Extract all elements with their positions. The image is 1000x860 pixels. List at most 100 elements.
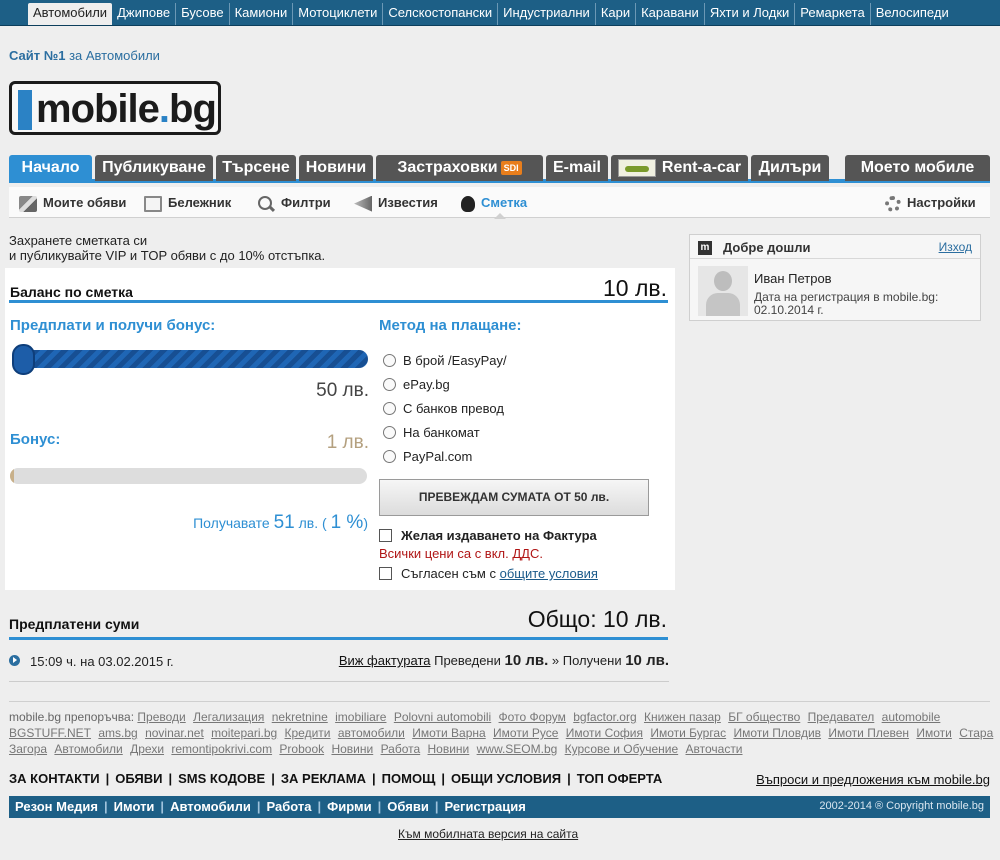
footer-link[interactable]: ОБЯВИ <box>115 771 162 786</box>
category-3[interactable]: Камиони <box>230 3 294 25</box>
transfer-button[interactable]: ПРЕВЕЖДАМ СУМАТА ОТ 50 лв. <box>379 479 649 516</box>
recommend-link[interactable]: Автомобили <box>54 742 122 756</box>
recommend-link[interactable]: Работа <box>381 742 421 756</box>
recommend-link[interactable]: automobile <box>882 710 941 724</box>
recommend-link[interactable]: bgfactor.org <box>573 710 636 724</box>
footer-bar-link[interactable]: Фирми <box>327 799 371 814</box>
recommend-link[interactable]: Курсове и Обучение <box>565 742 679 756</box>
mobile-version-link[interactable]: Към мобилната версия на сайта <box>398 827 578 841</box>
footer-bar-link[interactable]: Обяви <box>387 799 429 814</box>
invoice-checkbox[interactable] <box>379 528 392 542</box>
footer-link[interactable]: ОБЩИ УСЛОВИЯ <box>451 771 561 786</box>
subnav-notifications[interactable]: Известия <box>354 194 438 212</box>
terms-link[interactable]: общите условия <box>500 566 598 581</box>
tab-my-mobile[interactable]: Моето мобиле <box>845 155 990 181</box>
subnav-notebook[interactable]: Бележник <box>144 194 231 212</box>
recommend-link[interactable]: nekretnine <box>272 710 328 724</box>
tab-home[interactable]: Начало <box>9 155 92 181</box>
site-logo[interactable]: mobile.bg <box>9 81 221 135</box>
footer-bar-link[interactable]: Регистрация <box>444 799 525 814</box>
recommend-link[interactable]: Новини <box>428 742 470 756</box>
prepay-slider-track[interactable] <box>12 350 368 368</box>
category-9[interactable]: Яхти и Лодки <box>705 3 796 25</box>
recommend-link[interactable]: БГ общество <box>728 710 800 724</box>
category-10[interactable]: Ремаркета <box>795 3 871 25</box>
footer-link[interactable]: ТОП ОФЕРТА <box>577 771 663 786</box>
tab-rentacar[interactable]: Rent-a-car <box>611 155 748 181</box>
recommend-link[interactable]: автомобили <box>338 726 405 740</box>
recommend-link[interactable]: imobiliare <box>335 710 386 724</box>
footer-bar-link[interactable]: Работа <box>267 799 312 814</box>
tab-dealers[interactable]: Дилъри <box>751 155 829 181</box>
feedback-link[interactable]: Въпроси и предложения към mobile.bg <box>756 772 990 787</box>
radio-button[interactable] <box>383 449 396 463</box>
radio-button[interactable] <box>383 353 396 367</box>
footer-link[interactable]: ПОМОЩ <box>382 771 436 786</box>
subnav-settings[interactable]: Настройки <box>885 194 976 212</box>
payment-method-bank[interactable]: С банков превод <box>383 400 504 420</box>
recommend-link[interactable]: Имоти Варна <box>412 726 485 740</box>
recommend-link[interactable]: Фото Форум <box>499 710 566 724</box>
subnav-my-ads[interactable]: Моите обяви <box>19 194 126 212</box>
recommend-link[interactable]: novinar.net <box>145 726 204 740</box>
recommend-link[interactable]: Легализация <box>193 710 264 724</box>
recommend-link[interactable]: Probook <box>279 742 324 756</box>
tab-insurance[interactable]: Застраховки SDI <box>376 155 543 181</box>
view-invoice-link[interactable]: Виж фактурата <box>339 653 431 668</box>
tab-search[interactable]: Търсене <box>216 155 296 181</box>
tab-publish[interactable]: Публикуване <box>95 155 213 181</box>
recommend-link[interactable]: Имоти <box>916 726 951 740</box>
radio-button[interactable] <box>383 425 396 439</box>
recommend-link[interactable]: Имоти София <box>566 726 643 740</box>
payment-method-atm[interactable]: На банкомат <box>383 424 480 444</box>
recommend-link[interactable]: Имоти Плевен <box>828 726 909 740</box>
recommend-link[interactable]: Имоти Бургас <box>650 726 726 740</box>
prepay-slider-handle[interactable] <box>12 344 35 375</box>
recommend-link[interactable]: Авточасти <box>686 742 743 756</box>
footer-bar-link[interactable]: Автомобили <box>170 799 251 814</box>
recommend-link[interactable]: www.SEOM.bg <box>477 742 558 756</box>
recommend-link[interactable]: Имоти Пловдив <box>733 726 821 740</box>
terms-checkbox[interactable] <box>379 566 392 580</box>
category-11[interactable]: Велосипеди <box>871 3 954 25</box>
category-0[interactable]: Автомобили <box>28 3 113 25</box>
footer-link[interactable]: ЗА РЕКЛАМА <box>281 771 366 786</box>
recommend-link[interactable]: Преводи <box>137 710 185 724</box>
recommend-link[interactable]: Дрехи <box>130 742 164 756</box>
recommend-link[interactable]: remontipokrivi.com <box>171 742 272 756</box>
recommend-link[interactable]: Имоти Русе <box>493 726 558 740</box>
terms-checkbox-row[interactable]: Съгласен съм с общите условия <box>379 566 598 582</box>
category-6[interactable]: Индустриални <box>498 3 596 25</box>
payment-method-epay[interactable]: ePay.bg <box>383 376 450 396</box>
category-1[interactable]: Джипове <box>112 3 177 25</box>
logout-link[interactable]: Изход <box>939 240 972 254</box>
recommend-link[interactable]: Кредити <box>285 726 331 740</box>
radio-button[interactable] <box>383 401 396 415</box>
footer-bar-link[interactable]: Имоти <box>114 799 155 814</box>
registration-info: Дата на регистрация в mobile.bg: 02.10.2… <box>754 290 939 317</box>
category-4[interactable]: Мотоциклети <box>293 3 384 25</box>
recommend-link[interactable]: Книжен пазар <box>644 710 721 724</box>
subnav-account[interactable]: Сметка <box>461 194 527 212</box>
invoice-checkbox-row[interactable]: Желая издаването на Фактура <box>379 528 597 544</box>
category-8[interactable]: Каравани <box>636 3 705 25</box>
recommend-link[interactable]: moitepari.bg <box>211 726 277 740</box>
footer-link[interactable]: ЗА КОНТАКТИ <box>9 771 100 786</box>
payment-method-paypal[interactable]: PayPal.com <box>383 448 472 468</box>
category-5[interactable]: Селскостопански <box>383 3 499 25</box>
recommend-link[interactable]: Polovni automobili <box>394 710 491 724</box>
category-2[interactable]: Бусове <box>176 3 230 25</box>
recommend-link[interactable]: ams.bg <box>98 726 137 740</box>
payment-method-easypay[interactable]: В брой /EasyPay/ <box>383 352 507 372</box>
footer-bar-link[interactable]: Резон Медия <box>15 799 98 814</box>
recommend-link[interactable]: BGSTUFF.NET <box>9 726 91 740</box>
category-7[interactable]: Кари <box>596 3 637 25</box>
radio-button[interactable] <box>383 377 396 391</box>
footer-link[interactable]: SMS КОДОВЕ <box>178 771 265 786</box>
subnav-filters[interactable]: Филтри <box>257 194 331 212</box>
tab-news[interactable]: Новини <box>299 155 373 181</box>
tab-email[interactable]: E-mail <box>546 155 608 181</box>
recommend-link[interactable]: Новини <box>331 742 373 756</box>
recommend-link[interactable]: Предавател <box>808 710 875 724</box>
separator: | <box>372 771 376 786</box>
